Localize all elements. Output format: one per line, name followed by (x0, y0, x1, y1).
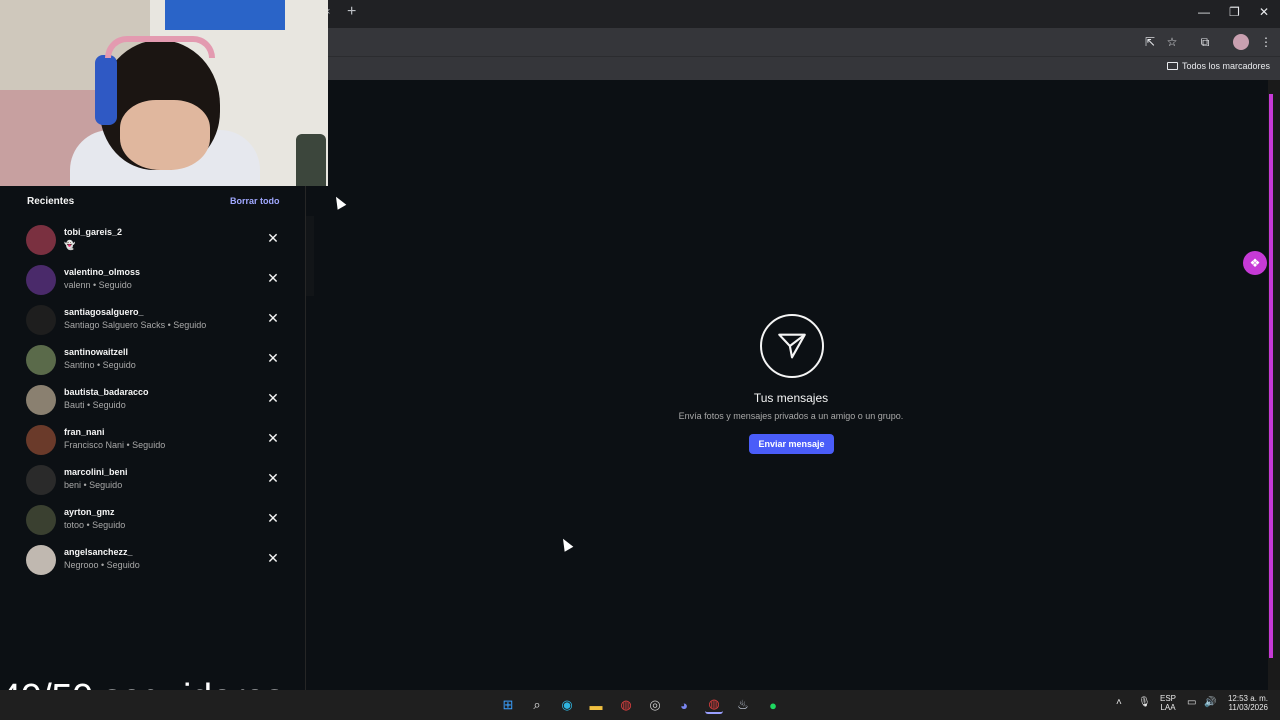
clear-all-link[interactable]: Borrar todo (230, 196, 280, 206)
recent-subtitle: totoo • Seguido (64, 520, 126, 530)
windows-taskbar (0, 690, 1280, 720)
panel-edge (306, 216, 314, 296)
avatar[interactable] (26, 385, 56, 415)
recent-username[interactable]: fran_nani (64, 427, 105, 437)
avatar[interactable] (26, 225, 56, 255)
obs-icon[interactable]: ◎ (646, 696, 664, 714)
restore-icon[interactable]: ❐ (1229, 5, 1240, 19)
recent-subtitle: valenn • Seguido (64, 280, 132, 290)
avatar[interactable] (26, 505, 56, 535)
recent-username[interactable]: marcolini_beni (64, 467, 128, 477)
recent-subtitle: Bauti • Seguido (64, 400, 126, 410)
messages-subtitle: Envía fotos y mensajes privados a un ami… (678, 411, 904, 421)
install-app-icon[interactable]: ⇱ (1142, 34, 1158, 50)
discord-icon[interactable]: ◕ (675, 696, 693, 714)
language-indicator[interactable]: ESP LAA (1160, 694, 1176, 712)
minimize-icon[interactable]: — (1198, 5, 1210, 19)
remove-recent-icon[interactable]: ✕ (266, 431, 280, 445)
microphone-icon[interactable]: 🎙 (1138, 698, 1151, 708)
recent-item[interactable]: santinowaitzell Santino • Seguido ✕ (0, 341, 306, 381)
remove-recent-icon[interactable]: ✕ (266, 271, 280, 285)
recent-item[interactable]: angelsanchezz_ Negrooo • Seguido ✕ (0, 541, 306, 581)
remove-recent-icon[interactable]: ✕ (266, 391, 280, 405)
file-explorer-icon[interactable]: ▬ (587, 696, 605, 714)
recent-item[interactable]: tobi_gareis_2 👻 ✕ (0, 221, 306, 261)
floating-widget-icon[interactable]: ❖ (1243, 251, 1267, 275)
recent-username[interactable]: angelsanchezz_ (64, 547, 133, 557)
remove-recent-icon[interactable]: ✕ (266, 231, 280, 245)
remove-recent-icon[interactable]: ✕ (266, 351, 280, 365)
avatar[interactable] (26, 265, 56, 295)
recent-item[interactable]: marcolini_benibeni • Seguido ✕ (0, 461, 306, 501)
recent-item[interactable]: ayrton_gmztotoo • Seguido ✕ (0, 501, 306, 541)
network-icon[interactable]: ▭ (1187, 698, 1196, 708)
recent-item[interactable]: fran_nani Francisco Nani • Seguido ✕ (0, 421, 306, 461)
recent-subtitle: beni • Seguido (64, 480, 123, 490)
recent-subtitle: 👻 (64, 240, 76, 250)
volume-icon[interactable]: 🔊 (1204, 698, 1216, 708)
recent-username[interactable]: ayrton_gmz (64, 507, 115, 517)
extensions-icon[interactable]: ⧉ (1197, 34, 1213, 50)
all-bookmarks-button[interactable]: Todos los marcadores (1166, 61, 1270, 71)
windows-start-icon[interactable]: ⊞ (499, 696, 517, 714)
avatar[interactable] (26, 425, 56, 455)
bookmark-star-icon[interactable]: ☆ (1164, 34, 1180, 50)
menu-dots-icon[interactable]: ⋮ (1258, 34, 1274, 50)
recent-username[interactable]: santinowaitzell (64, 347, 128, 357)
profile-avatar-icon[interactable] (1233, 34, 1249, 50)
recents-title: Recientes (27, 196, 75, 207)
recent-username[interactable]: valentino_olmoss (64, 267, 140, 277)
recent-item[interactable]: santiagosalguero_ Santiago Salguero Sacks… (0, 301, 306, 341)
edge-icon[interactable]: ◉ (558, 696, 576, 714)
remove-recent-icon[interactable]: ✕ (266, 511, 280, 525)
steam-icon[interactable]: ♨ (734, 696, 752, 714)
recent-username[interactable]: santiagosalguero_ (64, 307, 144, 317)
recent-username[interactable]: tobi_gareis_2 (64, 227, 122, 237)
scrollbar-thumb[interactable] (1269, 94, 1273, 658)
recent-subtitle: Santino • Seguido (64, 360, 136, 370)
chrome-active-icon[interactable]: ◍ (705, 696, 723, 714)
tray-chevron-icon[interactable]: ˄ (1116, 698, 1122, 708)
close-window-icon[interactable]: ✕ (1259, 5, 1269, 19)
clock[interactable]: 12:53 a. m. 11/03/2026 (1222, 694, 1268, 712)
remove-recent-icon[interactable]: ✕ (266, 551, 280, 565)
avatar[interactable] (26, 545, 56, 575)
recent-subtitle: Negrooo • Seguido (64, 560, 140, 570)
recent-item[interactable]: valentino_olmossvalenn • Seguido ✕ (0, 261, 306, 301)
recent-subtitle: Santiago Salguero Sacks • Seguido (64, 320, 207, 330)
messages-title: Tus mensajes (753, 391, 829, 405)
avatar[interactable] (26, 305, 56, 335)
messenger-icon (760, 314, 824, 378)
all-bookmarks-label: Todos los marcadores (1181, 61, 1270, 71)
recent-subtitle: Francisco Nani • Seguido (64, 440, 166, 450)
webcam-overlay (0, 0, 328, 186)
remove-recent-icon[interactable]: ✕ (266, 471, 280, 485)
chrome-icon[interactable]: ◍ (617, 696, 635, 714)
recent-item[interactable]: bautista_badaracco Bauti • Seguido ✕ (0, 381, 306, 421)
recent-username[interactable]: bautista_badaracco (64, 387, 149, 397)
avatar[interactable] (26, 345, 56, 375)
spotify-icon[interactable]: ● (764, 696, 782, 714)
avatar[interactable] (26, 465, 56, 495)
folder-icon (1166, 62, 1178, 70)
send-message-button[interactable]: Enviar mensaje (749, 434, 834, 454)
search-icon[interactable]: ⌕ (528, 696, 546, 714)
new-tab-button[interactable]: + (347, 3, 356, 21)
remove-recent-icon[interactable]: ✕ (266, 311, 280, 325)
